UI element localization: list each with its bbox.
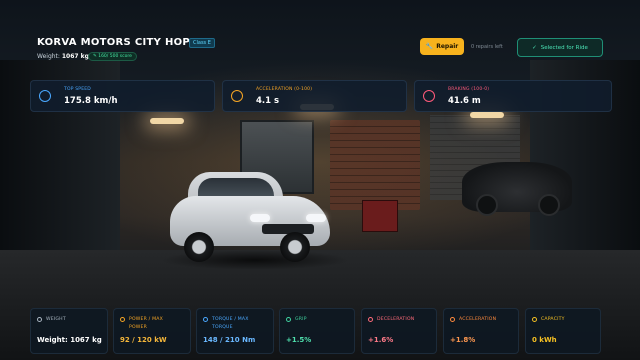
wrecked-car — [462, 162, 572, 216]
stat-value: Weight: 1067 kg — [37, 336, 102, 344]
score-badge: ✎ 160/ 500 score — [88, 52, 137, 61]
car-wheel — [184, 232, 214, 262]
brick-wall — [330, 120, 420, 210]
deceleration-icon — [368, 317, 373, 322]
tool-cabinet — [362, 200, 398, 232]
speedometer-icon — [39, 90, 51, 102]
stat-card-torque: TORQUE / MAX TORQUE 148 / 210 Nm — [196, 308, 274, 354]
car-headlight — [306, 214, 326, 222]
stat-top-speed: TOP SPEED 175.8 km/h — [30, 80, 215, 112]
featured-car[interactable] — [170, 172, 330, 264]
stat-label: POWER / MAX POWER — [129, 317, 163, 330]
stat-label: CAPACITY — [541, 317, 565, 322]
stat-label: BRAKING (100-0) — [448, 87, 490, 92]
stat-value: 92 / 120 kW — [120, 336, 167, 344]
stat-card-deceleration: DECELERATION +1.6% — [361, 308, 437, 354]
flame-icon — [450, 317, 455, 322]
stat-braking: BRAKING (100-0) 41.6 m — [414, 80, 612, 112]
battery-icon — [532, 317, 537, 322]
stat-value: 41.6 m — [448, 96, 481, 106]
stopwatch-icon — [231, 90, 243, 102]
stat-label: WEIGHT — [46, 317, 66, 322]
repairs-left: 0 repairs left — [471, 44, 503, 50]
gear-icon — [37, 317, 42, 322]
wrench-icon: 🔧 — [425, 43, 434, 50]
brake-icon — [423, 90, 435, 102]
stat-value: +1.5% — [286, 336, 312, 344]
stat-label: TORQUE / MAX TORQUE — [212, 317, 249, 330]
stat-value: 148 / 210 Nm — [203, 336, 256, 344]
torque-icon — [203, 317, 208, 322]
weight-label: Weight: — [37, 53, 60, 60]
stat-label: GRIP — [295, 317, 307, 322]
stat-value: +1.6% — [368, 336, 394, 344]
weight-summary: Weight: 1067 kg — [37, 53, 89, 60]
stat-card-capacity: CAPACITY 0 kWh — [525, 308, 601, 354]
repair-button[interactable]: 🔧 Repair — [420, 38, 464, 55]
stat-label: ACCELERATION (0-100) — [256, 87, 313, 92]
car-wheel — [280, 232, 310, 262]
stat-acceleration: ACCELERATION (0-100) 4.1 s — [222, 80, 407, 112]
weight-value: 1067 kg — [61, 53, 89, 60]
check-circle-icon: ✓ — [532, 44, 537, 51]
stat-card-grip: GRIP +1.5% — [279, 308, 355, 354]
class-badge: Class E — [189, 38, 215, 48]
ceiling-lamp — [150, 118, 184, 124]
stat-value: 4.1 s — [256, 96, 280, 106]
stat-label: ACCELERATION — [459, 317, 497, 322]
score-text: 160/ 500 score — [98, 54, 132, 59]
car-title: KORVA MOTORS CITY HOPPER — [37, 37, 213, 48]
ride-label: Selected for Ride — [540, 44, 588, 51]
garage-scene: KORVA MOTORS CITY HOPPER Class E Weight:… — [0, 0, 640, 360]
stat-value: +1.8% — [450, 336, 476, 344]
stat-card-acceleration: ACCELERATION +1.8% — [443, 308, 519, 354]
repair-label: Repair — [436, 43, 459, 50]
stat-value: 175.8 km/h — [64, 96, 118, 106]
wrecked-car-wheel — [538, 194, 560, 216]
shield-icon — [286, 317, 291, 322]
car-headlight — [250, 214, 270, 222]
stat-label: DECELERATION — [377, 317, 415, 322]
stat-label: TOP SPEED — [64, 87, 91, 92]
ceiling-lamp — [470, 112, 504, 118]
stat-card-weight: WEIGHT Weight: 1067 kg — [30, 308, 108, 354]
stat-card-power: POWER / MAX POWER 92 / 120 kW — [113, 308, 191, 354]
lightning-icon — [120, 317, 125, 322]
stat-value: 0 kWh — [532, 336, 557, 344]
wrecked-car-wheel — [476, 194, 498, 216]
selected-for-ride-button[interactable]: ✓ Selected for Ride — [517, 38, 603, 57]
